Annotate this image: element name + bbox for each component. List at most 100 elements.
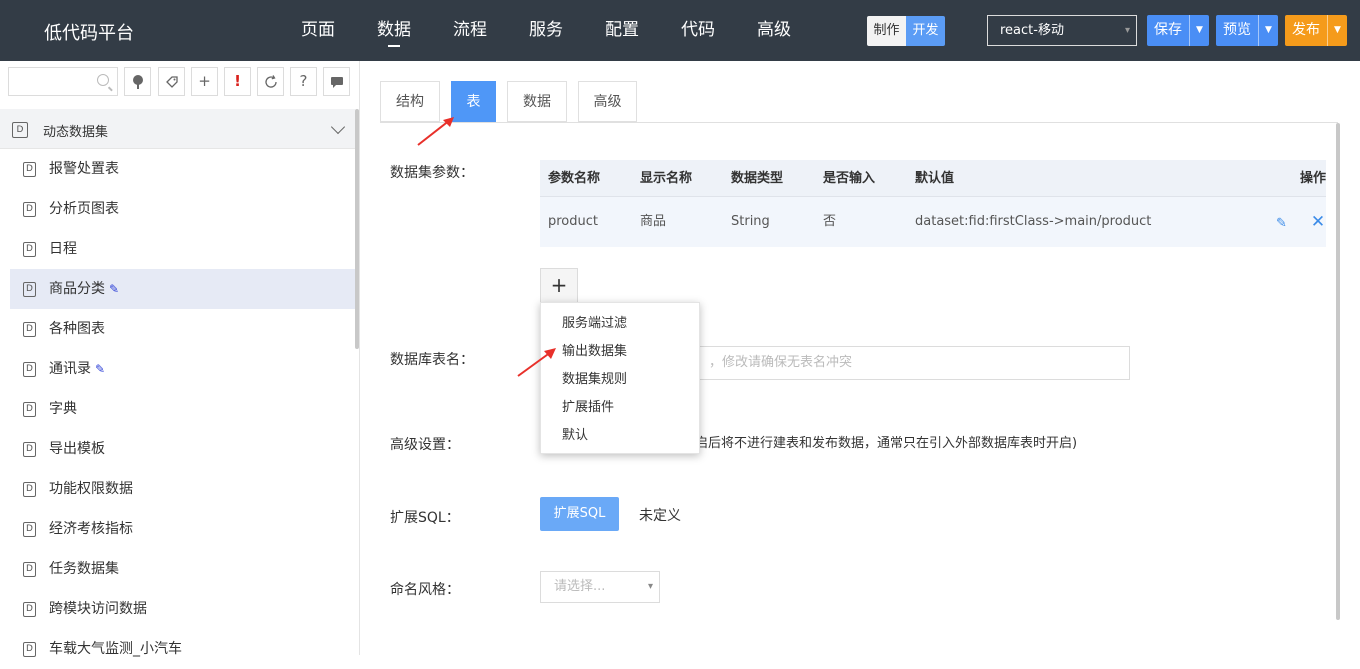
- sql-value: 未定义: [639, 508, 681, 524]
- preview-dropdown-icon[interactable]: ▼: [1258, 15, 1278, 46]
- dataset-icon: D: [23, 522, 36, 537]
- actions-cell: ✎ ✕: [1206, 197, 1326, 247]
- sidebar-item-label: 任务数据集: [49, 561, 119, 577]
- refresh-icon[interactable]: [257, 67, 284, 96]
- sidebar-scrollbar[interactable]: [355, 109, 359, 349]
- tag-icon[interactable]: [158, 67, 185, 96]
- sidebar-item-label: 字典: [49, 401, 77, 417]
- col-header: 默认值: [915, 171, 955, 186]
- nav-service[interactable]: 服务: [508, 0, 584, 61]
- main-scrollbar[interactable]: [1336, 123, 1340, 620]
- publish-dropdown-icon[interactable]: ▼: [1327, 15, 1347, 46]
- dataset-icon: D: [23, 322, 36, 337]
- pencil-icon: ✎: [95, 362, 106, 376]
- tab-table[interactable]: 表: [451, 81, 496, 122]
- sidebar-item-label: 跨模块访问数据: [49, 601, 147, 617]
- dataset-icon: D: [23, 482, 36, 497]
- params-table: 参数名称 显示名称 数据类型 是否输入 默认值 操作 product 商品 St…: [540, 160, 1326, 247]
- mode-dev-button[interactable]: 开发: [906, 16, 945, 46]
- sidebar-item[interactable]: D 字典: [10, 389, 355, 429]
- table-row: product 商品 String 否 dataset:fid:firstCla…: [540, 197, 1326, 247]
- sidebar-item[interactable]: D 各种图表: [10, 309, 355, 349]
- sidebar-item-selected[interactable]: D 商品分类 ✎: [10, 269, 355, 309]
- menu-item-extension-plugin[interactable]: 扩展插件: [541, 394, 699, 422]
- edit-icon[interactable]: ✎: [1276, 216, 1287, 231]
- menu-item-server-filter[interactable]: 服务端过滤: [541, 310, 699, 338]
- add-icon[interactable]: +: [191, 67, 218, 96]
- sidebar-item-label: 日程: [49, 241, 77, 257]
- nav-code[interactable]: 代码: [660, 0, 736, 61]
- display-name-cell: 商品: [640, 214, 667, 229]
- naming-label: 命名风格：: [390, 582, 460, 598]
- nav-data[interactable]: 数据: [356, 0, 432, 61]
- dataset-icon: D: [23, 162, 36, 177]
- tab-structure[interactable]: 结构: [380, 81, 440, 122]
- sidebar-item[interactable]: D 日程: [10, 229, 355, 269]
- comment-icon[interactable]: [323, 67, 350, 96]
- project-select-value: react-移动: [1000, 23, 1064, 38]
- search-icon: [97, 74, 109, 86]
- sidebar-item-label: 导出模板: [49, 441, 105, 457]
- help-icon[interactable]: ?: [290, 67, 317, 96]
- dataset-icon: D: [23, 562, 36, 577]
- sidebar-list: D 报警处置表 D 分析页图表 D 日程 D 商品分类 ✎ D 各种图表 D 通讯录 ✎ D 字典…: [10, 149, 355, 669]
- advanced-label: 高级设置：: [390, 437, 460, 453]
- sidebar-item[interactable]: D 报警处置表: [10, 149, 355, 189]
- app-title: 低代码平台: [44, 23, 134, 44]
- nav-advanced[interactable]: 高级: [736, 0, 812, 61]
- publish-button[interactable]: 发布 ▼: [1285, 15, 1347, 46]
- top-bar: 低代码平台 页面 数据 流程 服务 配置 代码 高级 制作 开发 react-移…: [0, 0, 1360, 61]
- sidebar-item[interactable]: D 功能权限数据: [10, 469, 355, 509]
- col-header: 数据类型: [731, 171, 784, 186]
- sidebar-item[interactable]: D 经济考核指标: [10, 509, 355, 549]
- pencil-icon: ✎: [109, 282, 120, 296]
- menu-item-dataset-rules[interactable]: 数据集规则: [541, 366, 699, 394]
- add-param-button[interactable]: +: [540, 268, 578, 303]
- sidebar-item-label: 经济考核指标: [49, 521, 133, 537]
- sidebar-search-input[interactable]: [8, 67, 118, 96]
- mode-toggle: 制作 开发: [867, 16, 945, 46]
- extend-sql-button[interactable]: 扩展SQL: [540, 497, 619, 531]
- chevron-down-icon[interactable]: [330, 119, 346, 135]
- sidebar: + ! ? D 动态数据集 D 报警处置表 D 分析页图表 D 日程 D 商品分类 ✎ D…: [0, 61, 360, 657]
- param-name-cell: product: [548, 214, 599, 229]
- dataset-icon: D: [23, 362, 36, 377]
- sidebar-item[interactable]: D 分析页图表: [10, 189, 355, 229]
- menu-item-output-dataset[interactable]: 输出数据集: [541, 338, 699, 366]
- main-nav: 页面 数据 流程 服务 配置 代码 高级: [280, 0, 812, 61]
- naming-placeholder: 请选择...: [554, 579, 606, 594]
- tree-icon[interactable]: [124, 67, 151, 96]
- preview-button[interactable]: 预览 ▼: [1216, 15, 1278, 46]
- col-header: 显示名称: [640, 171, 693, 186]
- nav-pages[interactable]: 页面: [280, 0, 356, 61]
- alert-icon[interactable]: !: [224, 67, 251, 96]
- params-label: 数据集参数：: [390, 165, 474, 181]
- tab-data[interactable]: 数据: [507, 81, 567, 122]
- dataset-icon: D: [23, 282, 36, 297]
- chevron-down-icon: ▾: [647, 581, 653, 592]
- tab-advanced[interactable]: 高级: [578, 81, 637, 122]
- save-button[interactable]: 保存 ▼: [1147, 15, 1209, 46]
- close-icon[interactable]: ✕: [1311, 212, 1325, 232]
- dataset-icon: D: [23, 442, 36, 457]
- sidebar-item[interactable]: D 车载大气监测_小汽车: [10, 629, 355, 669]
- folder-d-icon: D: [12, 122, 28, 138]
- sidebar-item[interactable]: D 通讯录 ✎: [10, 349, 355, 389]
- table-name-hint: ，修改请确保无表名冲突: [709, 355, 853, 370]
- save-dropdown-icon[interactable]: ▼: [1189, 15, 1209, 46]
- mode-make-button[interactable]: 制作: [867, 16, 906, 46]
- naming-style-select[interactable]: 请选择... ▾: [540, 571, 660, 603]
- sidebar-item[interactable]: D 任务数据集: [10, 549, 355, 589]
- sidebar-group-dynamic-datasets[interactable]: D 动态数据集: [0, 109, 355, 149]
- nav-config[interactable]: 配置: [584, 0, 660, 61]
- sidebar-item-label: 功能权限数据: [49, 481, 133, 497]
- dataset-icon: D: [23, 402, 36, 417]
- sidebar-item[interactable]: D 导出模板: [10, 429, 355, 469]
- advanced-description: 启后将不进行建表和发布数据，通常只在引入外部数据库表时开启): [695, 436, 1078, 451]
- sidebar-item[interactable]: D 跨模块访问数据: [10, 589, 355, 629]
- nav-flow[interactable]: 流程: [432, 0, 508, 61]
- project-select[interactable]: react-移动 ▾: [987, 15, 1137, 46]
- tab-divider: [380, 122, 1338, 123]
- menu-item-default[interactable]: 默认: [541, 422, 699, 450]
- dataset-icon: D: [23, 202, 36, 217]
